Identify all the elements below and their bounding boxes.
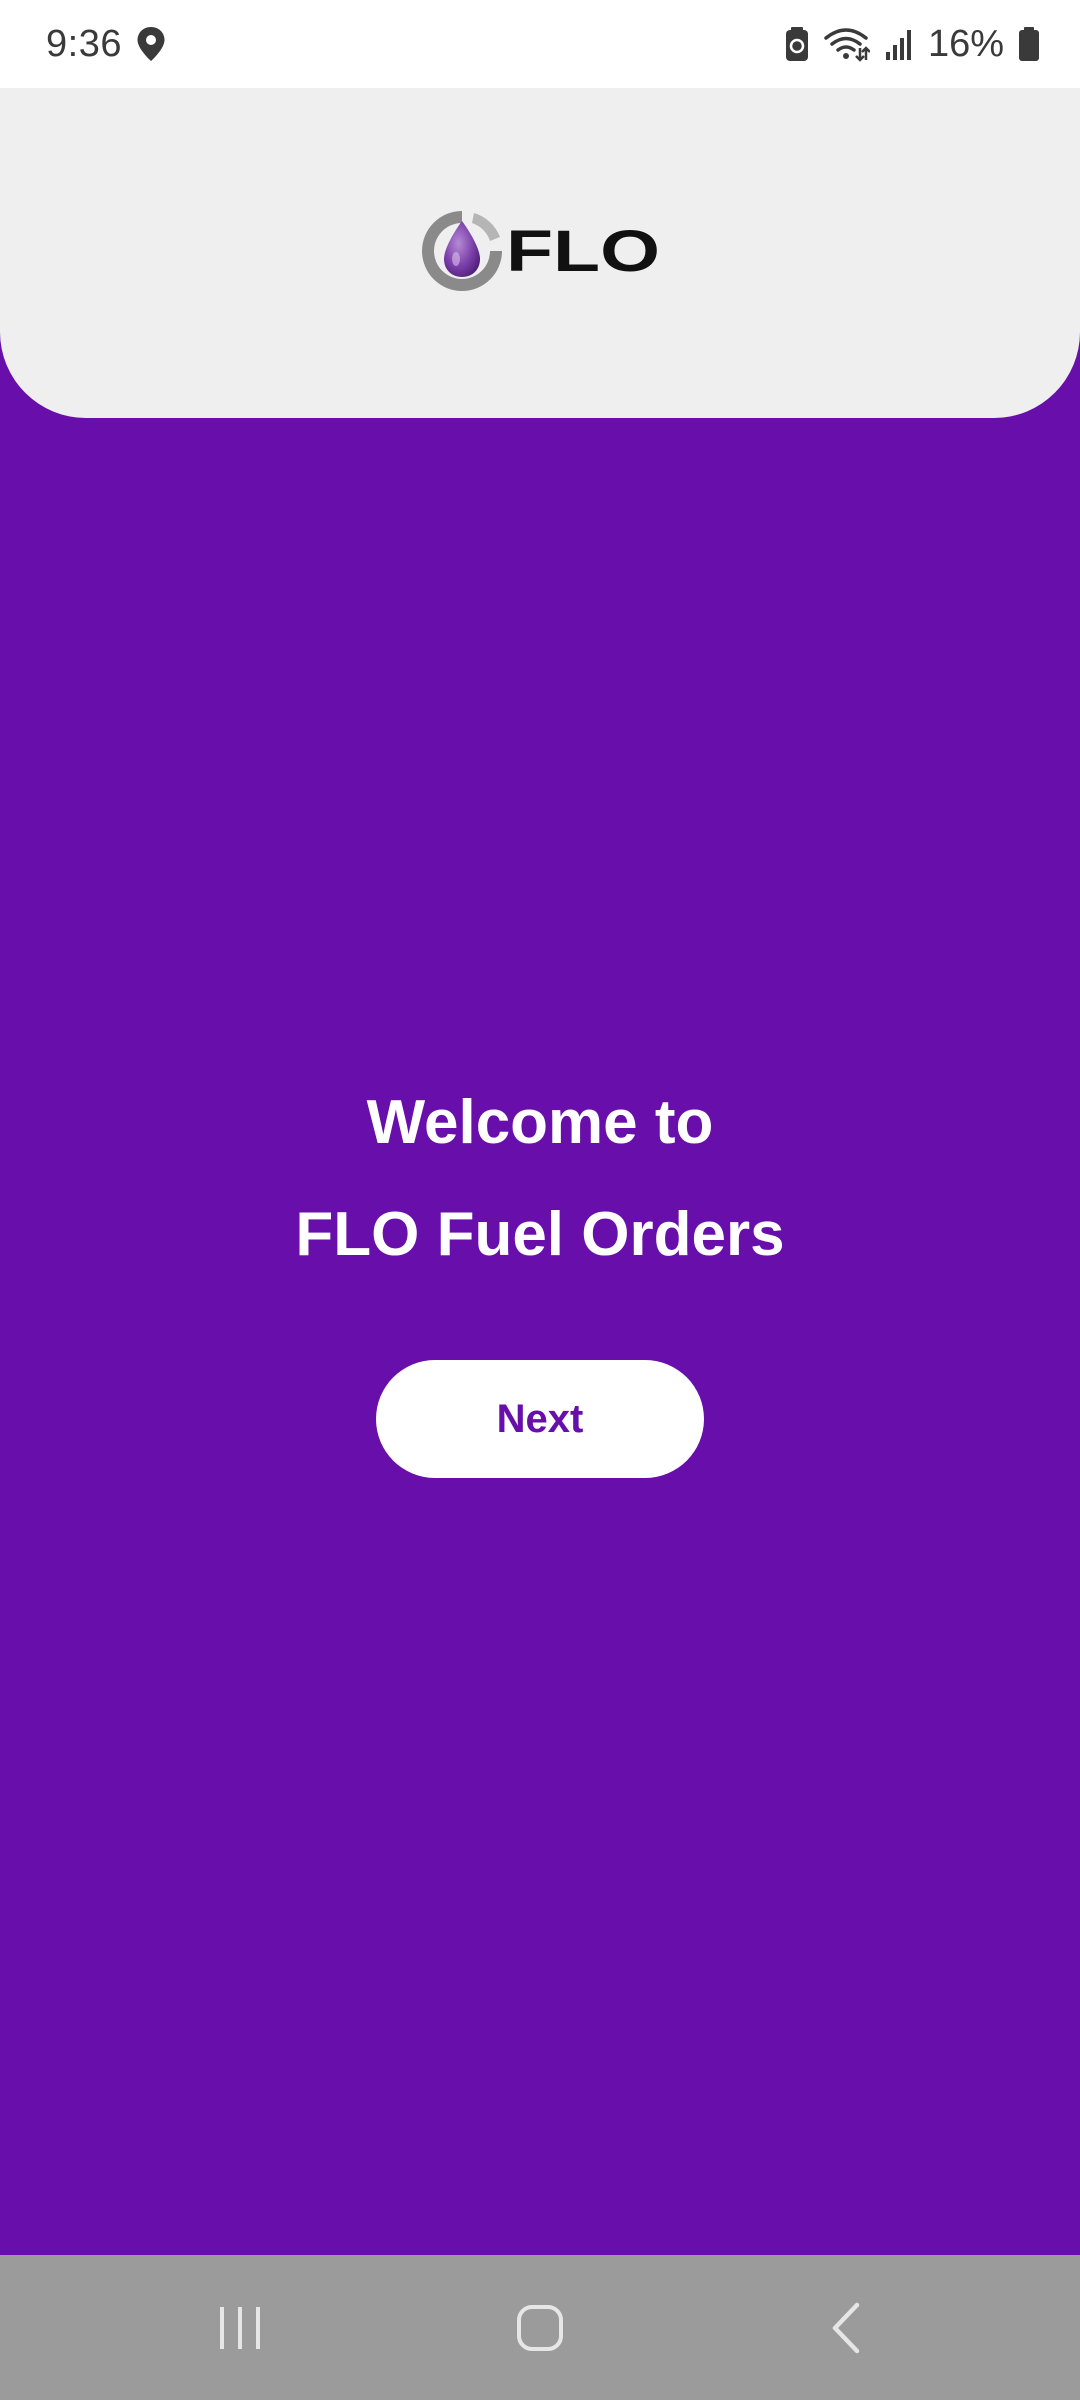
home-button[interactable] [440, 2255, 640, 2400]
status-right: 16% [784, 23, 1040, 66]
status-bar: 9:36 16% [0, 0, 1080, 88]
back-button[interactable] [745, 2255, 945, 2400]
status-left: 9:36 [46, 23, 166, 66]
flo-wordmark: FLO [506, 221, 660, 281]
recents-icon [220, 2306, 260, 2349]
recents-button[interactable] [140, 2255, 340, 2400]
fuel-drop-logo-icon [422, 211, 502, 291]
home-icon [517, 2304, 563, 2351]
battery-icon [1018, 26, 1040, 62]
back-icon [832, 2302, 860, 2353]
signal-icon [884, 26, 914, 62]
wifi-icon [824, 26, 870, 62]
flo-logo: FLO [418, 206, 664, 296]
next-button[interactable]: Next [376, 1360, 704, 1478]
status-time: 9:36 [46, 22, 122, 65]
location-icon [136, 26, 166, 62]
svg-text:FLO: FLO [506, 221, 660, 281]
welcome-message: Welcome to FLO Fuel Orders [0, 1075, 1080, 1283]
header-card: FLO [0, 88, 1080, 418]
welcome-title-line1: Welcome to [366, 1088, 714, 1157]
system-nav-bar [0, 2255, 1080, 2400]
battery-saver-icon [784, 26, 810, 62]
battery-percent: 16% [927, 22, 1004, 65]
welcome-screen: 9:36 16% FLO Welcome to FLO Fuel Orders … [0, 0, 1080, 2400]
welcome-title-line2: FLO Fuel Orders [295, 1200, 785, 1269]
